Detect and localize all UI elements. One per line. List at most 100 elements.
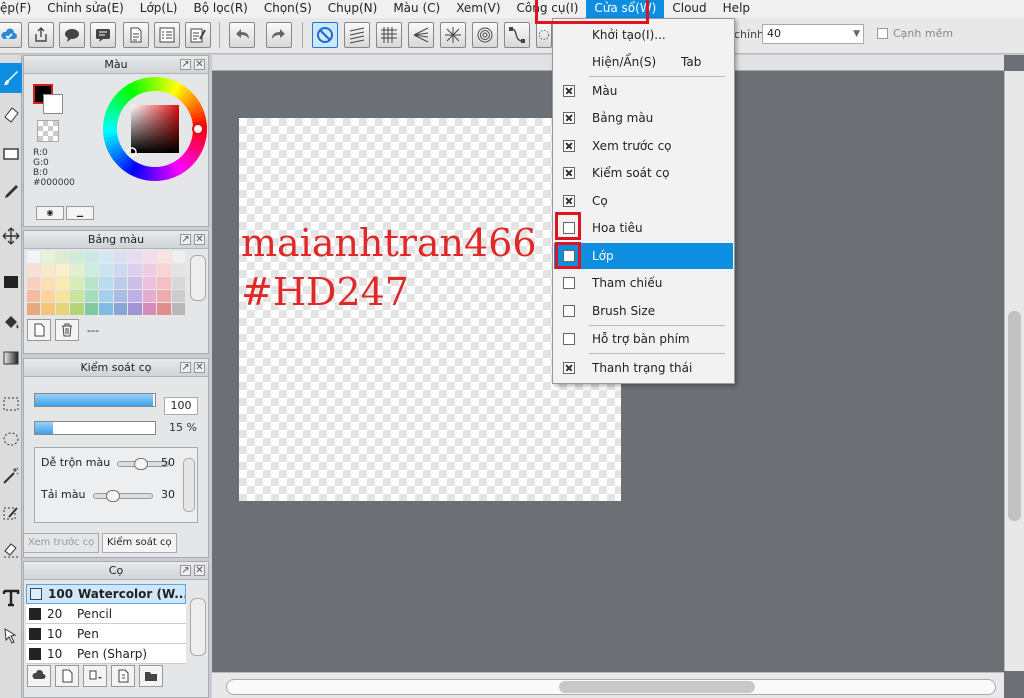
palette-swatch[interactable] bbox=[70, 264, 84, 276]
palette-swatch[interactable] bbox=[128, 277, 142, 289]
detach-icon[interactable]: ↗ bbox=[180, 362, 191, 373]
palette-swatch[interactable] bbox=[41, 303, 55, 315]
palette-swatch[interactable] bbox=[55, 303, 70, 315]
snap-off-button[interactable] bbox=[312, 22, 338, 48]
palette-swatch[interactable] bbox=[27, 251, 41, 263]
vertical-scroll-thumb[interactable] bbox=[1008, 311, 1021, 521]
menu-filter[interactable]: Bộ lọc(R) bbox=[185, 0, 255, 18]
palette-swatch[interactable] bbox=[157, 264, 171, 276]
menu-color[interactable]: Màu (C) bbox=[385, 0, 448, 18]
pencil-tool[interactable] bbox=[0, 177, 22, 207]
palette-swatch[interactable] bbox=[41, 290, 55, 302]
palette-swatch[interactable] bbox=[99, 251, 113, 263]
palette-scrollbar[interactable] bbox=[190, 255, 206, 301]
palette-swatch[interactable] bbox=[99, 264, 113, 276]
palette-swatch[interactable] bbox=[27, 277, 41, 289]
palette-swatch[interactable] bbox=[27, 264, 41, 276]
menu-help[interactable]: Help bbox=[715, 0, 758, 18]
menu-item-show-hide[interactable]: Hiện/Ẩn(S) Tab bbox=[554, 49, 733, 75]
palette-swatch[interactable] bbox=[157, 277, 171, 289]
close-icon[interactable]: ✕ bbox=[194, 362, 205, 373]
menu-item-reset[interactable]: Khởi tạo(I)... bbox=[554, 22, 733, 48]
edit-list-button[interactable] bbox=[185, 22, 211, 48]
move-tool[interactable] bbox=[0, 221, 22, 251]
palette-swatch[interactable] bbox=[171, 251, 185, 263]
palette-swatch[interactable] bbox=[142, 303, 157, 315]
menu-view[interactable]: Xem(V) bbox=[448, 0, 508, 18]
mix-slider-knob[interactable] bbox=[134, 458, 148, 470]
palette-swatch[interactable] bbox=[113, 303, 128, 315]
snap-parallel-button[interactable] bbox=[344, 22, 370, 48]
close-icon[interactable]: ✕ bbox=[194, 565, 205, 576]
menu-item-reference[interactable]: Tham chiếu bbox=[554, 270, 733, 296]
undo-button[interactable] bbox=[229, 22, 255, 48]
menu-item-brush-preview[interactable]: Xem trước cọ bbox=[554, 133, 733, 159]
delete-palette-button[interactable] bbox=[55, 319, 79, 341]
palette-swatch[interactable] bbox=[99, 277, 113, 289]
load-slider-knob[interactable] bbox=[106, 490, 120, 502]
palette-swatch[interactable] bbox=[171, 277, 185, 289]
palette-swatch[interactable] bbox=[113, 264, 128, 276]
menu-item-status-bar[interactable]: Thanh trạng thái bbox=[554, 355, 733, 381]
horizontal-scroll-track[interactable] bbox=[226, 679, 996, 695]
palette-swatch[interactable] bbox=[27, 303, 41, 315]
lasso-tool[interactable] bbox=[0, 425, 22, 455]
snap-grid-button[interactable] bbox=[376, 22, 402, 48]
color-mode-wheel-button[interactable]: ◉ bbox=[36, 206, 64, 220]
palette-swatch[interactable] bbox=[70, 290, 84, 302]
export-button[interactable] bbox=[28, 22, 54, 48]
snap-radial-button[interactable] bbox=[440, 22, 466, 48]
menu-cloud[interactable]: Cloud bbox=[664, 0, 714, 18]
mix-scrollbar[interactable] bbox=[183, 458, 195, 512]
palette-swatch[interactable] bbox=[128, 290, 142, 302]
palette-swatch[interactable] bbox=[41, 264, 55, 276]
cloud-brush-button[interactable] bbox=[27, 665, 51, 687]
palette-swatch[interactable] bbox=[142, 277, 157, 289]
detach-icon[interactable]: ↗ bbox=[180, 234, 191, 245]
palette-swatch[interactable] bbox=[113, 277, 128, 289]
brush-size-dropdown[interactable]: 40 ▼ bbox=[762, 24, 864, 44]
redo-button[interactable] bbox=[266, 22, 292, 48]
menu-edit[interactable]: Chỉnh sửa(E) bbox=[39, 0, 132, 18]
detach-icon[interactable]: ↗ bbox=[180, 59, 191, 70]
palette-swatch[interactable] bbox=[113, 251, 128, 263]
cloud-sync-button[interactable] bbox=[0, 22, 22, 48]
palette-swatch[interactable] bbox=[84, 264, 99, 276]
select-eraser-tool[interactable] bbox=[0, 535, 22, 565]
menu-layer[interactable]: Lớp(L) bbox=[132, 0, 186, 18]
brush-tool[interactable] bbox=[0, 63, 22, 93]
palette-swatch[interactable] bbox=[41, 251, 55, 263]
select-pen-tool[interactable] bbox=[0, 499, 22, 529]
transparent-color-swatch[interactable] bbox=[37, 120, 59, 142]
brush-size-slider[interactable] bbox=[34, 393, 156, 407]
palette-swatch[interactable] bbox=[142, 290, 157, 302]
palette-swatch[interactable] bbox=[171, 264, 185, 276]
palette-swatch[interactable] bbox=[171, 290, 185, 302]
new-brush-button[interactable] bbox=[55, 665, 79, 687]
palette-swatch[interactable] bbox=[128, 251, 142, 263]
palette-grid[interactable] bbox=[27, 251, 185, 315]
menu-file[interactable]: ệp(F) bbox=[0, 0, 39, 18]
soft-edge-checkbox[interactable] bbox=[877, 28, 888, 39]
palette-swatch[interactable] bbox=[128, 264, 142, 276]
new-document-button[interactable] bbox=[123, 22, 149, 48]
palette-swatch[interactable] bbox=[55, 251, 70, 263]
palette-swatch[interactable] bbox=[55, 264, 70, 276]
background-color-swatch[interactable] bbox=[43, 94, 63, 114]
snap-circle-button[interactable] bbox=[536, 22, 552, 48]
detach-icon[interactable]: ↗ bbox=[180, 565, 191, 576]
new-palette-button[interactable] bbox=[27, 319, 51, 341]
brush-item-pencil[interactable]: 20 Pencil bbox=[26, 604, 186, 624]
magic-wand-tool[interactable] bbox=[0, 461, 22, 491]
brush-item-pen[interactable]: 10 Pen bbox=[26, 624, 186, 644]
snap-concentric-button[interactable] bbox=[472, 22, 498, 48]
selection-pointer-tool[interactable] bbox=[0, 621, 22, 651]
menu-capture[interactable]: Chụp(N) bbox=[320, 0, 386, 18]
brush-list-scrollbar[interactable] bbox=[190, 598, 206, 656]
tab-brush-control[interactable]: Kiểm soát cọ bbox=[102, 533, 177, 553]
brush-folder-button[interactable] bbox=[139, 665, 163, 687]
vertical-scrollbar[interactable] bbox=[1004, 71, 1024, 671]
palette-swatch[interactable] bbox=[157, 303, 171, 315]
palette-swatch[interactable] bbox=[55, 277, 70, 289]
rectangle-tool[interactable] bbox=[0, 139, 22, 169]
